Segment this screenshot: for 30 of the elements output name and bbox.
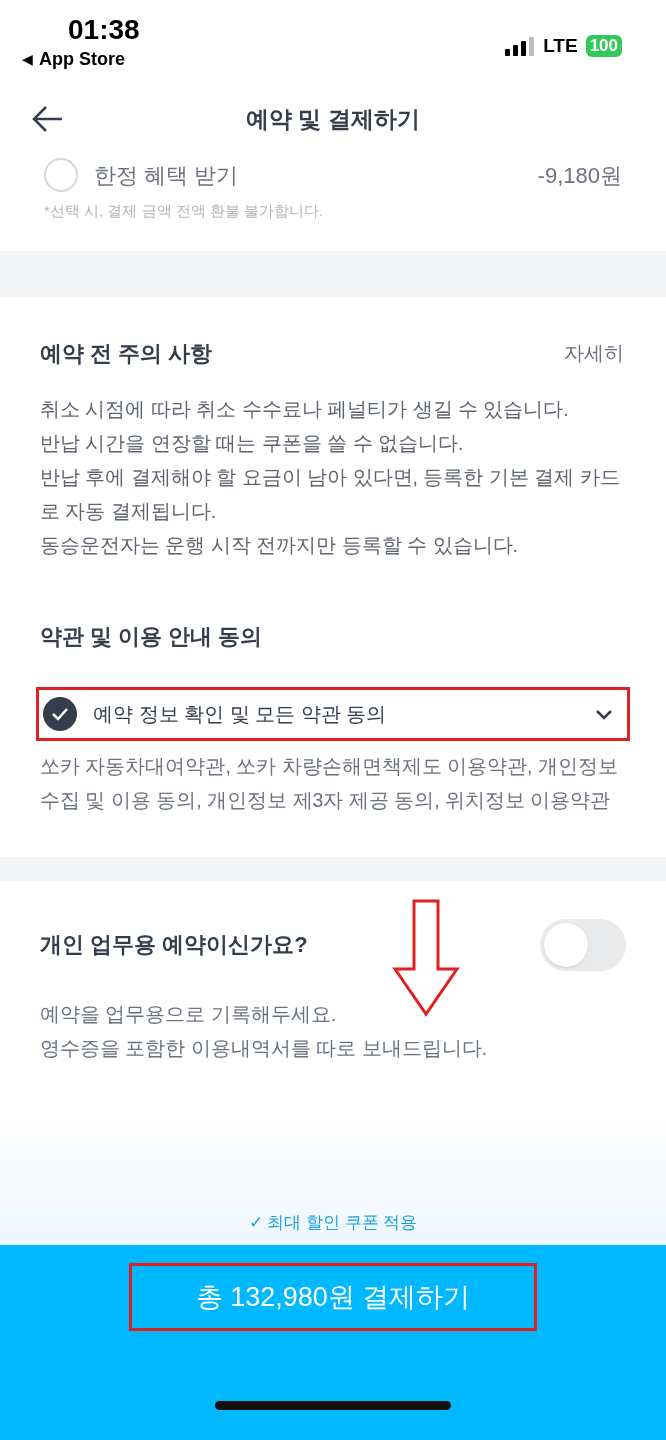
back-app-link[interactable]: App Store: [39, 46, 125, 73]
agree-all-label: 예약 정보 확인 및 모든 약관 동의: [93, 701, 387, 727]
benefit-amount: -9,180원: [537, 161, 622, 190]
section-title: 약관 및 이용 안내 동의: [40, 622, 264, 651]
notice-line: 반납 시간을 연장할 때는 쿠폰을 쓸 수 없습니다.: [40, 430, 465, 456]
check-icon: [51, 706, 69, 721]
benefit-radio[interactable]: [44, 158, 78, 192]
notice-line: 취소 시점에 따라 취소 수수료나 페널티가 생길 수 있습니다.: [40, 396, 570, 422]
back-arrow-icon[interactable]: [32, 105, 64, 133]
terms-description: 쏘카 자동차대여약관, 쏘카 차량손해면책제도 이용약관, 개인정보 수집 및 이용 동의, 개인정보 제3자 제공 동의, 위치정보 이용약관: [40, 753, 619, 813]
notice-line: 반납 후에 결제해야 할 요금이 남아 있다면, 등록한 기본 결제 카드로 자동 결제됩니다.: [40, 464, 621, 524]
notice-line: 동승운전자는 운행 시작 전까지만 등록할 수 있습니다.: [40, 532, 519, 558]
section-title: 예약 전 주의 사항: [40, 339, 213, 368]
signal-icon: [505, 36, 536, 57]
battery-indicator: 100: [585, 35, 622, 58]
business-line: 예약을 업무용으로 기록해두세요.: [40, 1001, 338, 1027]
benefit-note: *선택 시, 결제 금액 전액 환불 불가합니다.: [44, 201, 325, 221]
benefit-label: 한정 혜택 받기: [94, 161, 239, 190]
business-line: 영수증을 포함한 이용내역서를 따로 보내드립니다.: [40, 1035, 489, 1061]
details-link[interactable]: 자세히: [564, 338, 624, 368]
page-title: 예약 및 결제하기: [246, 104, 420, 134]
chevron-down-icon[interactable]: [595, 707, 613, 720]
back-glyph[interactable]: ◀: [22, 49, 33, 70]
business-toggle[interactable]: [540, 918, 626, 971]
coupon-note: ✓ 최대 할인 쿠폰 적용: [248, 1211, 418, 1234]
status-time: 01:38: [68, 14, 140, 46]
agree-all-row[interactable]: 예약 정보 확인 및 모든 약관 동의: [36, 686, 630, 741]
section-title: 개인 업무용 예약이신가요?: [40, 931, 308, 959]
network-label: LTE: [543, 34, 578, 58]
agree-checkbox[interactable]: [43, 696, 77, 731]
